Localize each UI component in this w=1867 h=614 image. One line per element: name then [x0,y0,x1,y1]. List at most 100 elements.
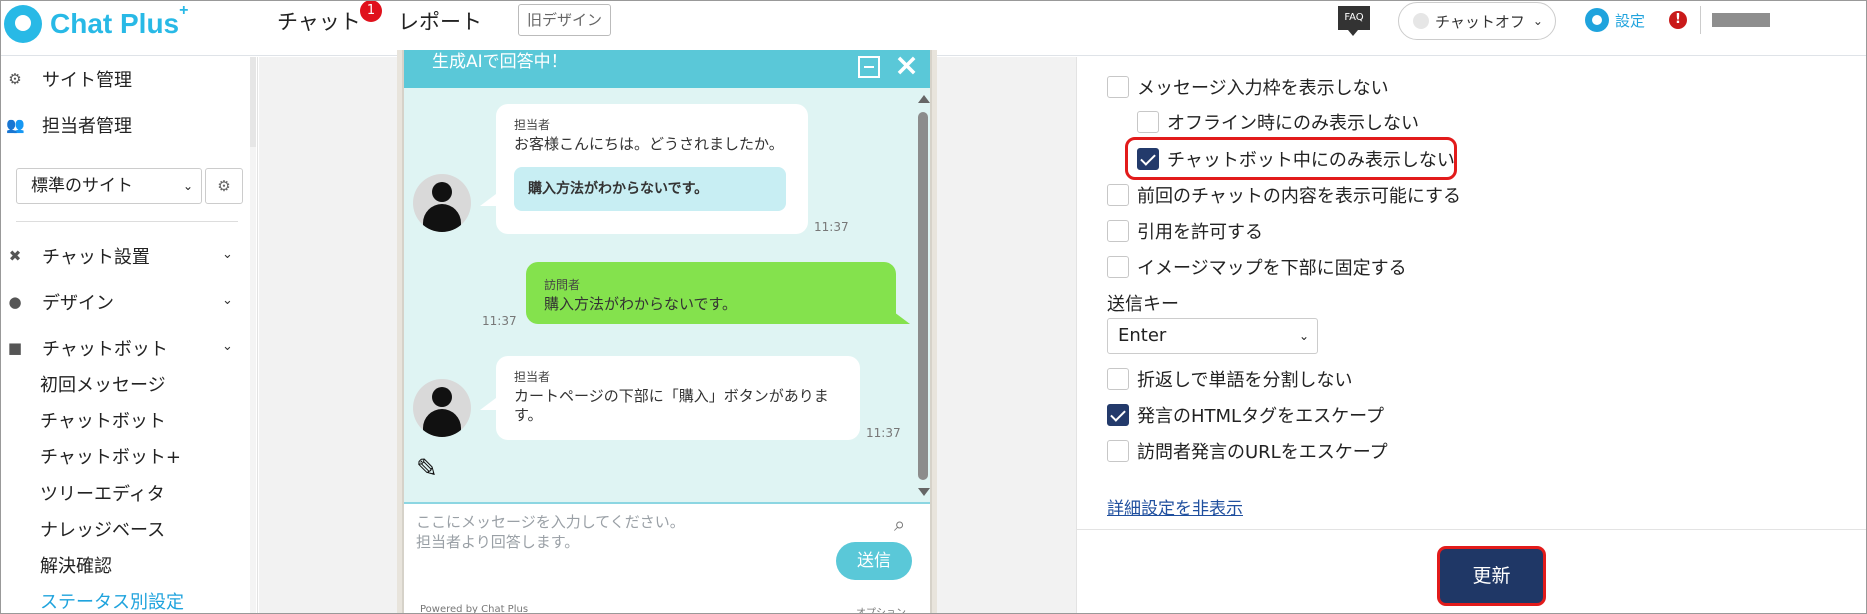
quick-reply-button[interactable]: 購入方法がわからないです。 [514,167,786,211]
option-label: 訪問者発言のURLをエスケープ [1137,442,1388,463]
option-label: 引用を許可する [1137,222,1263,243]
message-time: 11:37 [482,314,517,328]
option-escape-html[interactable]: 発言のHTMLタグをエスケープ [1107,402,1384,428]
chat-input-area[interactable]: ここにメッセージを入力してください。 担当者より回答します。 ⌕ 送信 Powe… [404,502,930,614]
close-icon[interactable]: × [894,50,919,83]
checkbox-checked[interactable] [1107,404,1129,426]
chevron-down-icon[interactable]: ⌄ [222,247,233,262]
chevron-down-icon: ⌄ [182,179,193,193]
send-key-select[interactable]: Enter ⌄ [1107,318,1318,354]
option-label: メッセージ入力枠を表示しない [1137,78,1389,99]
message-text: お客様こんにちは。どうされましたか。 [514,135,784,153]
checkbox[interactable] [1107,220,1129,242]
paperclip-icon[interactable]: ⌕ [894,512,905,536]
sidebar-item-site-admin[interactable]: ⚙ サイト管理 [0,66,132,92]
sidebar-item-label: デザイン [42,293,114,314]
sidebar-item-design[interactable]: ● デザイン [0,289,114,315]
chat-bubbles-icon: ■ [7,339,23,357]
bubble-tail [480,398,496,410]
scroll-up-arrow-icon[interactable] [918,95,930,103]
chat-scrollbar-thumb[interactable] [918,112,928,480]
typing-pen-icon: ✎ [416,454,438,484]
chevron-down-icon[interactable]: ⌄ [222,293,233,308]
sidebar-sub-tree-editor[interactable]: ツリーエディタ [40,480,165,506]
sidebar-item-chat-setup[interactable]: ✖ チャット設置 [0,243,150,269]
site-select-value: 標準のサイト [31,176,133,196]
site-select[interactable]: 標準のサイト ⌄ [16,168,202,204]
sidebar-item-label: 担当者管理 [42,116,132,137]
nav-report[interactable]: レポート [398,6,482,36]
send-key-value: Enter [1118,325,1167,346]
sidebar-scrollbar-thumb[interactable] [250,57,256,147]
chat-widget-preview: 生成AIで回答中！ × 担当者 お客様こんにちは。どうされましたか。 購入方法が… [402,50,932,614]
checkbox[interactable] [1107,440,1129,462]
placeholder-line: 担当者より回答します。 [416,533,580,551]
checkbox[interactable] [1107,184,1129,206]
settings-link[interactable]: 設定 [1585,8,1645,32]
sidebar-sub-chatbot[interactable]: チャットボット [40,407,166,433]
option-escape-url[interactable]: 訪問者発言のURLをエスケープ [1107,438,1388,464]
sidebar-item-chatbot[interactable]: ■ チャットボット [0,335,168,361]
sidebar-item-staff-admin[interactable]: 👥 担当者管理 [0,112,132,138]
status-dot-icon [1413,13,1429,29]
option-chatbot-only[interactable]: チャットボット中にのみ表示しない [1137,146,1455,172]
chatplus-logo[interactable]: Chat Plus+ [4,2,189,44]
logo-plus: + [179,2,189,19]
checkbox[interactable] [1137,111,1159,133]
hide-advanced-settings-link[interactable]: 詳細設定を非表示 [1107,494,1243,519]
sidebar-sub-resolution-check[interactable]: 解決確認 [40,552,112,578]
message-sender: 担当者 [514,118,551,132]
option-label: 折返しで単語を分割しない [1137,370,1353,391]
bubble-tail [480,194,496,206]
alert-icon[interactable]: ! [1669,11,1687,29]
sidebar-sub-chatbot-plus[interactable]: チャットボット+ [40,443,181,469]
chat-status-label: チャットオフ [1435,12,1525,31]
minimize-icon[interactable] [858,56,880,78]
faq-icon[interactable]: FAQ [1338,6,1370,36]
sidebar-sub-knowledge-base[interactable]: ナレッジベース [40,516,165,542]
option-offline-only[interactable]: オフライン時にのみ表示しない [1137,109,1419,135]
message-time: 11:37 [866,426,901,440]
sidebar: ⚙ サイト管理 👥 担当者管理 標準のサイト ⌄ ⚙ ✖ チャット設置 ⌄ ● … [0,57,258,614]
update-button[interactable]: 更新 [1440,549,1543,603]
visitor-message-bubble [526,262,896,324]
checkbox[interactable] [1107,76,1129,98]
option-no-word-break[interactable]: 折返しで単語を分割しない [1107,366,1352,392]
chat-notification-badge: 1 [360,0,382,22]
message-sender: 訪問者 [544,278,581,292]
scroll-down-arrow-icon[interactable] [918,488,930,496]
top-header: Chat Plus+ チャット 1 レポート 旧デザイン FAQ チャットオフ … [0,0,1867,56]
chevron-down-icon[interactable]: ⌄ [222,339,233,354]
option-fix-image-map[interactable]: イメージマップを下部に固定する [1107,254,1407,280]
option-show-previous-chat[interactable]: 前回のチャットの内容を表示可能にする [1107,182,1461,208]
checkbox[interactable] [1107,368,1129,390]
sidebar-sub-status-settings[interactable]: ステータス別設定 [40,588,184,614]
checkbox-checked[interactable] [1137,148,1159,170]
chat-widget-header: 生成AIで回答中！ [404,50,930,88]
message-time: 11:37 [814,220,849,234]
message-text: カートページの下部に「購入」ボタンがありま [514,387,829,405]
sidebar-item-label: チャット設置 [42,247,150,268]
checkbox[interactable] [1107,256,1129,278]
user-name-redacted[interactable] [1712,13,1770,27]
placeholder-line: ここにメッセージを入力してください。 [416,513,685,531]
users-icon: 👥 [6,116,25,134]
logo-text: Chat Plus [50,8,180,39]
option-allow-quote[interactable]: 引用を許可する [1107,218,1263,244]
chevron-down-icon: ⌄ [1298,329,1309,343]
option-hide-input[interactable]: メッセージ入力枠を表示しない [1107,74,1389,100]
option-label: チャットボット中にのみ表示しない [1167,150,1455,171]
site-settings-button[interactable]: ⚙ [205,168,243,204]
sidebar-sub-first-message[interactable]: 初回メッセージ [40,371,166,397]
sidebar-item-label: サイト管理 [42,70,132,91]
powered-by: Powered by Chat Plus [420,604,529,614]
send-key-label: 送信キー [1107,294,1179,315]
gear-icon [1585,8,1609,32]
option-label: オフライン時にのみ表示しない [1167,113,1419,134]
old-design-button[interactable]: 旧デザイン [518,4,612,36]
chat-widget-title: 生成AIで回答中！ [432,52,568,72]
send-button[interactable]: 送信 [836,542,912,580]
nav-chat[interactable]: チャット [277,6,361,36]
chat-status-dropdown[interactable]: チャットオフ ⌄ [1398,2,1556,40]
options-link[interactable]: オプション [856,604,906,614]
